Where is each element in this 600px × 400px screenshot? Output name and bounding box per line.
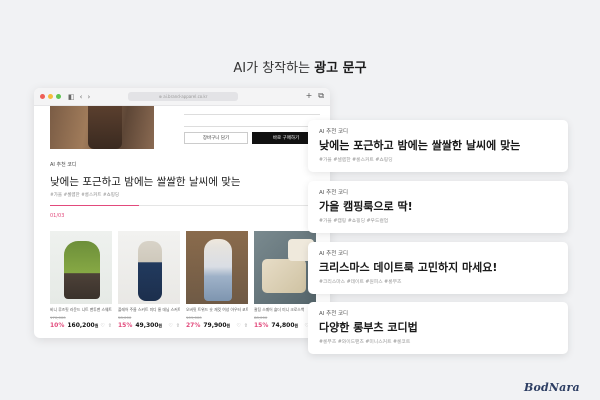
tabs-overview-icon[interactable]: ⧉	[318, 91, 324, 101]
ad-copy-card[interactable]: AI 추천 코디 다양한 롱부츠 코디법 #롱부츠 #와이드팬츠 #미니스커트 …	[308, 302, 568, 354]
price-unit: 원	[294, 322, 299, 328]
product-image[interactable]	[186, 231, 248, 304]
option-field[interactable]	[184, 114, 320, 115]
card-title: 가을 캠핑룩으로 딱!	[319, 200, 413, 213]
heart-icon[interactable]: ♡	[236, 323, 240, 329]
address-bar[interactable]: ⊕ ai.brand-apparel.co.kr	[128, 92, 238, 101]
ad-copy-card[interactable]: AI 추천 코디 가을 캠핑룩으로 딱! #가을 #캠핑 #쇼핑딩 #우드컬업	[308, 181, 568, 233]
back-icon[interactable]: ‹	[80, 93, 83, 101]
card-tags: #가을 #셀렙한 #롱스커트 #쇼핑딩	[319, 158, 393, 163]
heart-icon[interactable]: ♡	[100, 323, 104, 329]
brand-logo: BodNara	[524, 381, 580, 394]
price-unit: 원	[226, 322, 231, 328]
forward-icon[interactable]: ›	[87, 93, 90, 101]
browser-window: ◧ ‹ › ⊕ ai.brand-apparel.co.kr + ⧉ 장바구니 …	[34, 88, 330, 338]
hero-product-image	[50, 106, 154, 149]
price-unit: 원	[94, 322, 99, 328]
product-image[interactable]	[50, 231, 112, 304]
progress-bar	[50, 205, 320, 206]
maximize-dot[interactable]	[56, 94, 61, 99]
headline: AI가 창작하는 광고 문구	[0, 57, 600, 76]
card-label: AI 추천 코디	[319, 190, 349, 196]
ad-copy-card[interactable]: AI 추천 코디 낮에는 포근하고 밤에는 쌀쌀한 날씨에 맞는 #가을 #셀렙…	[308, 120, 568, 172]
add-to-cart-button[interactable]: 장바구니 담기	[184, 132, 248, 144]
progress-count: 01/03	[50, 213, 65, 219]
discount-rate: 15%	[254, 322, 269, 329]
product-name[interactable]: 비니 루즈핏 라운드 니트 맨투맨 스웨트	[50, 307, 112, 313]
card-label: AI 추천 코디	[319, 129, 349, 135]
card-title: 다양한 롱부츠 코디법	[319, 321, 418, 334]
progress-fill	[50, 205, 140, 206]
card-tags: #크리스마스 #데이트 #원피스 #롱부츠	[319, 280, 402, 285]
card-tags: #가을 #캠핑 #쇼핑딩 #우드컬업	[319, 219, 389, 224]
card-label: AI 추천 코디	[319, 251, 349, 257]
original-price: 88,000	[254, 315, 268, 320]
discount-rate: 27%	[186, 322, 201, 329]
new-tab-icon[interactable]: +	[306, 91, 313, 101]
headline-bold: 광고 문구	[314, 61, 367, 76]
close-dot[interactable]	[40, 94, 45, 99]
headline-prefix: AI가 창작하는	[233, 61, 315, 76]
rec-tags: #가을 #셀렙한 #롱스커트 #쇼핑딩	[50, 193, 120, 198]
discount-rate: 10%	[50, 322, 65, 329]
sale-price: 49,300	[135, 322, 159, 329]
discount-rate: 15%	[118, 322, 133, 329]
option-field-2[interactable]	[184, 126, 320, 127]
share-icon[interactable]: ⇪	[176, 323, 180, 329]
card-tags: #롱부츠 #와이드팬츠 #미니스커트 #롱코트	[319, 340, 411, 345]
original-price: 109,000	[186, 315, 202, 320]
share-icon[interactable]: ⇪	[244, 323, 248, 329]
heart-icon[interactable]: ♡	[168, 323, 172, 329]
sale-price: 160,200	[67, 322, 95, 329]
card-title: 낮에는 포근하고 밤에는 쌀쌀한 날씨에 맞는	[319, 139, 521, 152]
original-price: 58,000	[118, 315, 132, 320]
product-card[interactable]: 플레어 주름 스커트 미디 롱 데님 스커트 58,000 15% 49,300…	[118, 231, 180, 329]
card-label: AI 추천 코디	[319, 311, 349, 317]
product-card[interactable]: 퀼팅 스퀘어 숄더 미니 크로스백 88,000 15% 74,800원 ♡⇪	[254, 231, 316, 329]
share-icon[interactable]: ⇪	[108, 323, 112, 329]
browser-toolbar: ◧ ‹ › ⊕ ai.brand-apparel.co.kr + ⧉	[34, 88, 330, 106]
ad-copy-card[interactable]: AI 추천 코디 크리스마스 데이트룩 고민하지 마세요! #크리스마스 #데이…	[308, 242, 568, 294]
product-name[interactable]: 퀼팅 스퀘어 숄더 미니 크로스백	[254, 307, 316, 313]
product-card[interactable]: 오버핏 트위드 숏 재킷 여성 아우터 코트 109,000 27% 79,90…	[186, 231, 248, 329]
sale-price: 79,900	[203, 322, 227, 329]
price-unit: 원	[158, 322, 163, 328]
card-title: 크리스마스 데이트룩 고민하지 마세요!	[319, 261, 498, 274]
product-image[interactable]	[118, 231, 180, 304]
minimize-dot[interactable]	[48, 94, 53, 99]
product-list: 비니 루즈핏 라운드 니트 맨투맨 스웨트 170,000 10% 160,20…	[50, 231, 330, 336]
rec-title: 낮에는 포근하고 밤에는 쌀쌀한 날씨에 맞는	[50, 176, 241, 188]
page-content: 장바구니 담기 바로 구매하기 AI 추천 코디 낮에는 포근하고 밤에는 쌀쌀…	[34, 106, 330, 338]
product-name[interactable]: 오버핏 트위드 숏 재킷 여성 아우터 코트	[186, 307, 248, 313]
sale-price: 74,800	[271, 322, 295, 329]
product-name[interactable]: 플레어 주름 스커트 미디 롱 데님 스커트	[118, 307, 180, 313]
sidebar-toggle-icon[interactable]: ◧	[68, 93, 75, 101]
original-price: 170,000	[50, 315, 66, 320]
product-image[interactable]	[254, 231, 316, 304]
product-card[interactable]: 비니 루즈핏 라운드 니트 맨투맨 스웨트 170,000 10% 160,20…	[50, 231, 112, 329]
rec-label: AI 추천 코디	[50, 162, 77, 168]
